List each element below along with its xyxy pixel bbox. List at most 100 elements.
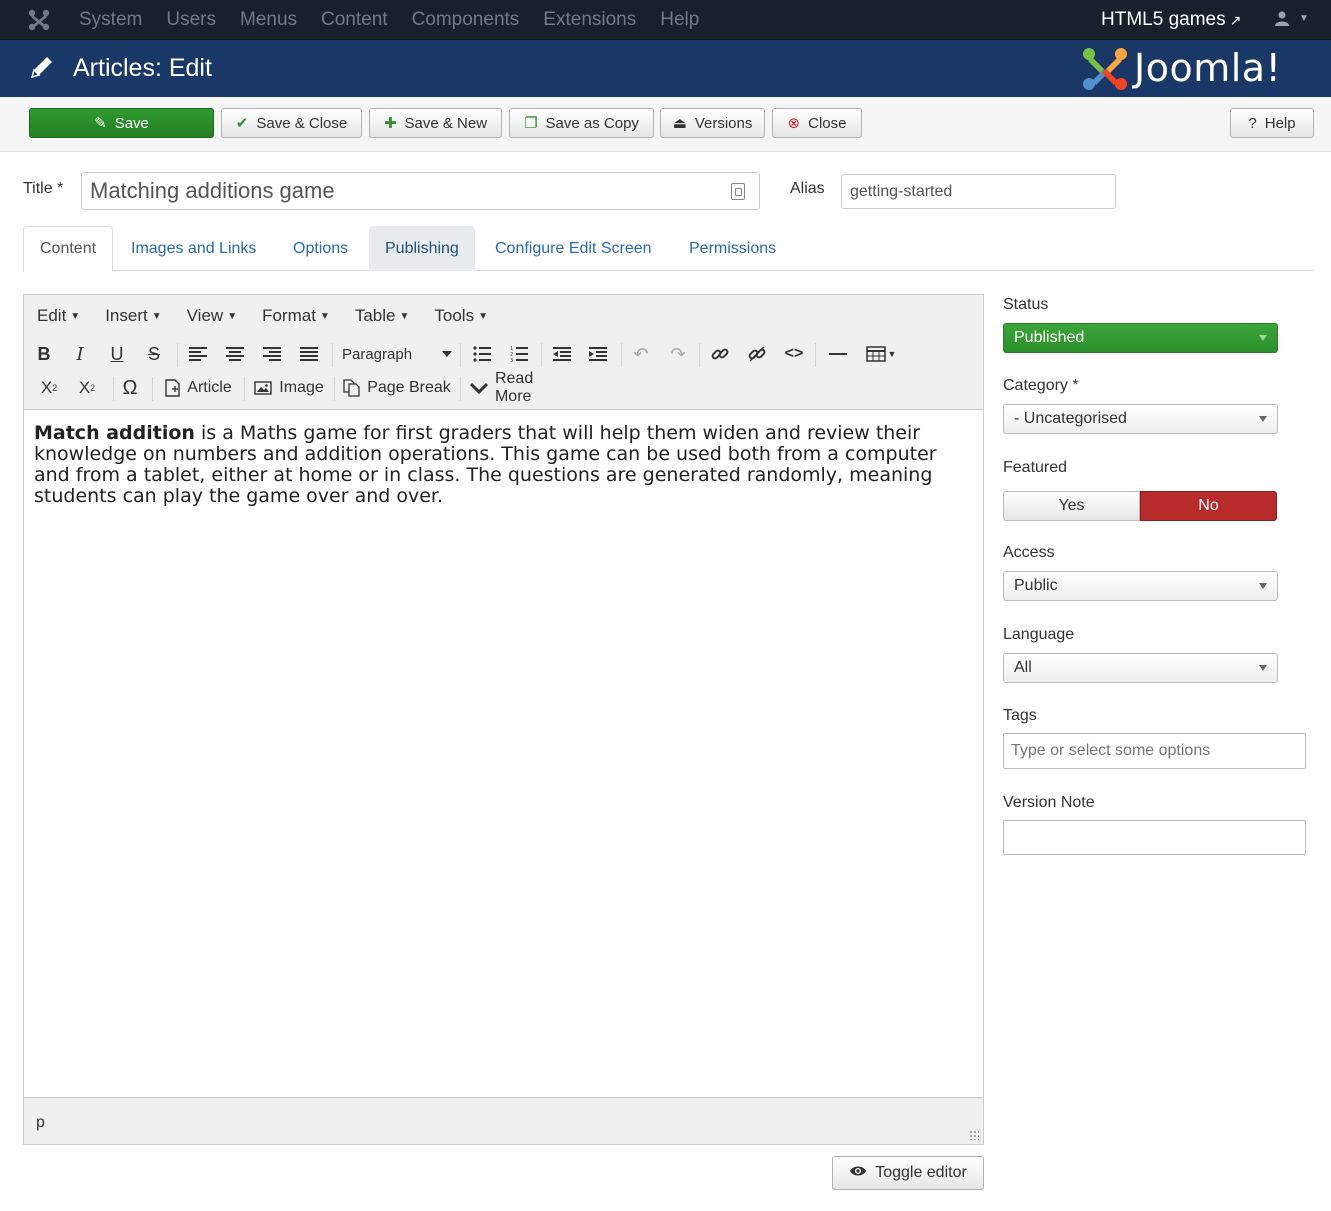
access-select[interactable]: Public xyxy=(1003,571,1278,601)
save-new-button[interactable]: ✚ Save & New xyxy=(369,108,502,138)
tab-configure-edit-screen[interactable]: Configure Edit Screen xyxy=(479,226,668,271)
archive-icon: ⏏ xyxy=(672,115,687,132)
toolbar-separator xyxy=(334,377,335,401)
tags-placeholder: Type or select some options xyxy=(1011,742,1211,759)
save-copy-button[interactable]: ❐ Save as Copy xyxy=(509,108,654,138)
insert-image-button[interactable]: Image xyxy=(253,376,325,400)
alias-value: getting-started xyxy=(850,182,953,200)
save-button[interactable]: ✎ Save xyxy=(29,108,214,138)
bullet-list-icon[interactable] xyxy=(470,342,494,366)
editor-menu-edit-label: Edit xyxy=(37,306,67,325)
tab-content[interactable]: Content xyxy=(23,226,114,272)
versions-label: Versions xyxy=(694,114,753,132)
site-link[interactable]: HTML5 games ↗ xyxy=(1101,9,1241,31)
close-button[interactable]: ⊗ Close xyxy=(772,108,862,138)
lock-icon[interactable] xyxy=(731,183,745,200)
align-justify-icon[interactable] xyxy=(297,342,321,366)
insert-article-button[interactable]: Article xyxy=(161,376,236,400)
bold-icon[interactable]: B xyxy=(34,342,54,366)
featured-no-button[interactable]: No xyxy=(1140,491,1277,521)
toggle-editor-button[interactable]: Toggle editor xyxy=(832,1156,984,1190)
align-right-icon[interactable] xyxy=(260,342,284,366)
undo-icon[interactable]: ↶ xyxy=(629,342,653,366)
unlink-icon[interactable] xyxy=(745,342,769,366)
horizontal-rule-icon[interactable] xyxy=(826,342,850,366)
editor-menu-insert[interactable]: Insert ▼ xyxy=(92,306,173,326)
pencil-icon xyxy=(30,57,52,79)
tab-images-links[interactable]: Images and Links xyxy=(115,226,272,271)
language-label: Language xyxy=(1003,626,1075,643)
menu-system[interactable]: System xyxy=(67,9,154,31)
element-path[interactable]: p xyxy=(36,1114,45,1132)
italic-icon[interactable]: I xyxy=(70,342,90,366)
toolbar-separator xyxy=(460,343,461,367)
tab-options[interactable]: Options xyxy=(277,226,364,271)
tab-permissions[interactable]: Permissions xyxy=(673,226,792,271)
status-select[interactable]: Published xyxy=(1003,323,1278,353)
resize-handle-icon[interactable] xyxy=(969,1130,979,1140)
menu-content[interactable]: Content xyxy=(309,9,400,31)
menu-components[interactable]: Components xyxy=(400,9,532,31)
alias-input[interactable]: getting-started xyxy=(841,174,1116,209)
editor-menu-edit[interactable]: Edit ▼ xyxy=(24,306,92,326)
subscript-icon[interactable]: X2 xyxy=(36,376,62,400)
joomla-logo-icon[interactable] xyxy=(27,8,51,32)
toolbar-separator xyxy=(332,343,333,367)
underline-icon[interactable]: U xyxy=(107,342,127,366)
save-close-label: Save & Close xyxy=(256,114,348,132)
title-input[interactable]: Matching additions game xyxy=(81,172,760,210)
page-break-button[interactable]: Page Break xyxy=(343,376,451,400)
menu-extensions[interactable]: Extensions xyxy=(531,9,648,31)
align-left-icon[interactable] xyxy=(186,342,210,366)
toggle-editor-label: Toggle editor xyxy=(875,1164,967,1181)
version-note-input[interactable] xyxy=(1003,820,1306,855)
image-icon xyxy=(254,381,272,395)
tags-input[interactable]: Type or select some options xyxy=(1003,733,1306,769)
read-more-button[interactable]: Read More xyxy=(470,370,574,405)
save-new-label: Save & New xyxy=(404,114,488,132)
editor-menu-format-label: Format xyxy=(262,306,316,325)
help-button[interactable]: ? Help xyxy=(1230,108,1314,138)
table-icon[interactable]: ▼ xyxy=(862,342,900,366)
special-character-icon[interactable]: Ω xyxy=(118,376,142,400)
copy-icon xyxy=(343,379,360,397)
user-menu[interactable]: ▼ xyxy=(1275,10,1309,28)
category-select[interactable]: - Uncategorised xyxy=(1003,404,1278,434)
menu-users[interactable]: Users xyxy=(154,9,228,31)
save-close-button[interactable]: ✔ Save & Close xyxy=(221,108,362,138)
editor-menu-tools[interactable]: Tools ▼ xyxy=(421,306,500,326)
outdent-icon[interactable] xyxy=(550,342,574,366)
language-select[interactable]: All xyxy=(1003,653,1278,683)
editor-menu-format[interactable]: Format ▼ xyxy=(249,306,342,326)
link-icon[interactable] xyxy=(708,342,732,366)
strikethrough-icon[interactable]: S xyxy=(144,342,164,366)
editor-menu-view[interactable]: View ▼ xyxy=(174,306,249,326)
redo-icon[interactable]: ↷ xyxy=(666,342,690,366)
tab-publishing[interactable]: Publishing xyxy=(369,226,475,271)
title-label: Title * xyxy=(23,180,64,197)
page-title: Articles: Edit xyxy=(73,54,212,82)
versions-button[interactable]: ⏏ Versions xyxy=(660,108,765,138)
caret-down-icon: ▼ xyxy=(478,311,488,323)
editor-menu-view-label: View xyxy=(186,306,224,325)
caret-down-icon xyxy=(1259,335,1267,341)
svg-text:3: 3 xyxy=(510,358,513,363)
menu-menus[interactable]: Menus xyxy=(228,9,309,31)
code-icon[interactable]: <> xyxy=(782,342,806,366)
caret-down-icon: ▼ xyxy=(227,311,238,323)
caret-down-icon xyxy=(1259,416,1267,422)
align-center-icon[interactable] xyxy=(223,342,247,366)
numbered-list-icon[interactable]: 123 xyxy=(507,342,531,366)
page-header: Articles: Edit Joomla! xyxy=(0,40,1331,97)
external-link-icon: ↗ xyxy=(1229,12,1242,28)
editor-content[interactable]: Match addition is a Maths game for first… xyxy=(34,423,974,507)
question-circle-icon: ? xyxy=(1248,114,1257,132)
featured-yes-button[interactable]: Yes xyxy=(1003,491,1140,521)
menu-help[interactable]: Help xyxy=(648,9,711,31)
editor-menu-table[interactable]: Table ▼ xyxy=(342,306,422,326)
superscript-icon[interactable]: X2 xyxy=(74,376,100,400)
block-format-select[interactable]: Paragraph xyxy=(342,342,452,366)
main-menu: System Users Menus Content Components Ex… xyxy=(67,0,711,40)
indent-icon[interactable] xyxy=(586,342,610,366)
toolbar-separator xyxy=(152,377,153,401)
